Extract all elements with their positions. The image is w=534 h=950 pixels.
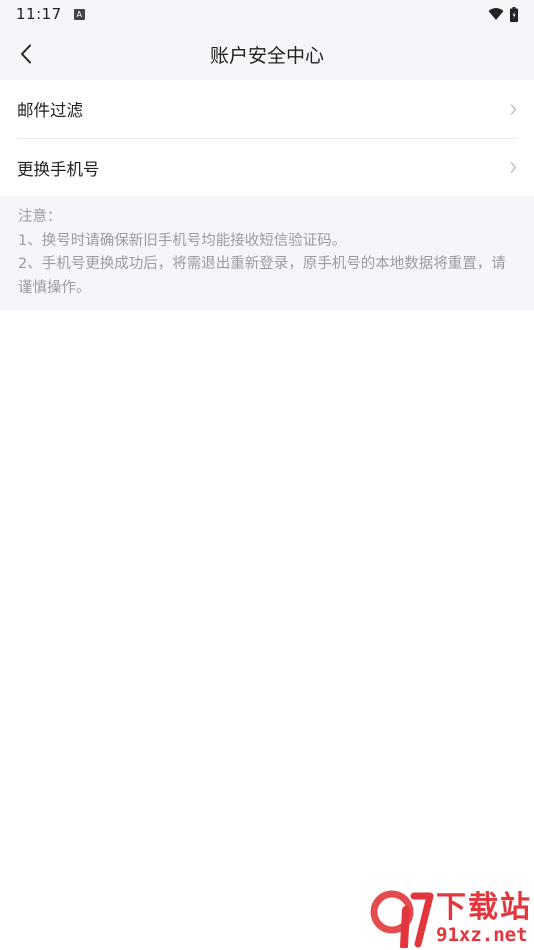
page-title: 账户安全中心 <box>209 44 324 67</box>
chevron-right-icon <box>510 162 517 173</box>
battery-icon <box>510 6 518 22</box>
notice-line: 1、换号时请确保新旧手机号均能接收短信验证码。 <box>18 232 347 249</box>
menu-item-label: 更换手机号 <box>17 159 100 179</box>
watermark-title: 下载站 <box>436 890 532 925</box>
header-bar: 账户安全中心 <box>0 28 534 80</box>
back-button[interactable] <box>14 41 38 67</box>
watermark: 下载站 91xz.net <box>368 890 532 948</box>
watermark-logo-icon <box>370 890 434 948</box>
menu-list: 邮件过滤 更换手机号 <box>0 80 534 196</box>
notice-heading: 注意： <box>18 209 62 225</box>
watermark-text: 下载站 91xz.net <box>436 890 532 947</box>
notice-box: 注意： 1、换号时请确保新旧手机号均能接收短信验证码。 2、手机号更换成功后，将… <box>0 196 534 310</box>
watermark-url: 91xz.net <box>436 924 528 946</box>
menu-item-mail-filter[interactable]: 邮件过滤 <box>17 80 517 138</box>
menu-item-change-phone[interactable]: 更换手机号 <box>17 138 517 196</box>
status-bar: 11:17 A <box>0 0 534 28</box>
notice-line: 2、手机号更换成功后，将需退出重新登录，原手机号的本地数据将重置，请谨慎操作。 <box>18 256 506 296</box>
chevron-left-icon <box>21 44 31 64</box>
notification-a-icon: A <box>73 8 85 20</box>
chevron-right-icon <box>510 103 517 115</box>
status-time: 11:17 <box>16 5 62 23</box>
wifi-icon <box>488 8 504 20</box>
menu-item-label: 邮件过滤 <box>17 101 83 120</box>
